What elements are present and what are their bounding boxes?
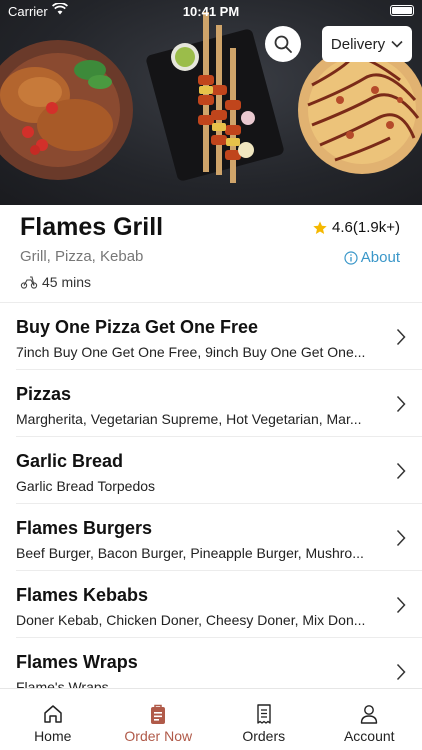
category-title: Flames Burgers (16, 518, 153, 538)
search-icon (274, 35, 292, 53)
category-title: Flames Wraps (16, 652, 138, 672)
category-title: Flames Kebabs (16, 585, 149, 605)
hero-banner: Carrier 10:41 PM Delivery (0, 0, 422, 205)
person-icon (361, 705, 378, 724)
category-description: Margherita, Vegetarian Supreme, Hot Vege… (16, 411, 362, 427)
menu-category-row[interactable]: Flames Wraps Flame's Wraps (16, 638, 422, 688)
scooter-icon (20, 276, 38, 289)
menu-category-list: Buy One Pizza Get One Free 7inch Buy One… (0, 303, 422, 688)
menu-category-row[interactable]: Garlic Bread Garlic Bread Torpedos (16, 437, 422, 504)
tab-orders[interactable]: Orders (211, 689, 317, 750)
chevron-right-icon (396, 395, 406, 413)
tab-label: Orders (242, 728, 286, 744)
restaurant-name: Flames Grill (20, 213, 164, 241)
chevron-right-icon (396, 328, 406, 346)
tab-home[interactable]: Home (0, 689, 106, 750)
category-title: Buy One Pizza Get One Free (16, 317, 259, 337)
chevron-right-icon (396, 529, 406, 547)
chevron-right-icon (396, 596, 406, 614)
star-icon (313, 220, 327, 234)
menu-category-row[interactable]: Flames Kebabs Doner Kebab, Chicken Doner… (16, 571, 422, 638)
delivery-mode-dropdown[interactable]: Delivery (322, 26, 412, 62)
delivery-mode-label: Delivery (330, 35, 386, 53)
delivery-time: 45 mins (20, 274, 91, 290)
bottom-tab-bar: Home Order Now Orders Account (0, 688, 422, 750)
restaurant-rating: 4.6(1.9k+) (312, 219, 400, 236)
tab-label: Order Now (124, 728, 193, 744)
receipt-icon (257, 704, 271, 724)
home-icon (44, 705, 62, 723)
delivery-time-value: 45 mins (42, 274, 92, 290)
about-link[interactable]: About (344, 249, 400, 266)
category-description: Beef Burger, Bacon Burger, Pineapple Bur… (16, 545, 364, 561)
tab-label: Home (34, 728, 72, 744)
menu-category-row[interactable]: Flames Burgers Beef Burger, Bacon Burger… (16, 504, 422, 571)
chevron-down-icon (391, 40, 403, 48)
info-icon (344, 250, 358, 265)
battery-icon (390, 5, 414, 16)
search-button[interactable] (265, 26, 301, 62)
tab-order-now[interactable]: Order Now (106, 689, 212, 750)
category-description: Flame's Wraps (16, 679, 109, 688)
tab-label: Account (343, 728, 395, 744)
about-label: About (360, 249, 400, 266)
menu-category-row[interactable]: Buy One Pizza Get One Free 7inch Buy One… (16, 303, 422, 370)
category-description: Garlic Bread Torpedos (16, 478, 156, 494)
category-title: Pizzas (16, 384, 72, 404)
chevron-right-icon (396, 462, 406, 480)
category-description: Doner Kebab, Chicken Doner, Cheesy Doner… (16, 612, 366, 628)
chevron-right-icon (396, 663, 406, 681)
category-description: 7inch Buy One Get One Free, 9inch Buy On… (16, 344, 366, 360)
restaurant-cuisines: Grill, Pizza, Kebab (20, 248, 144, 265)
status-time: 10:41 PM (182, 4, 240, 19)
status-bar: Carrier 10:41 PM (0, 0, 422, 22)
menu-category-row[interactable]: Pizzas Margherita, Vegetarian Supreme, H… (16, 370, 422, 437)
restaurant-info: Flames Grill 4.6(1.9k+) Grill, Pizza, Ke… (0, 205, 422, 303)
category-title: Garlic Bread (16, 451, 124, 471)
order-bag-icon (151, 704, 166, 724)
tab-account[interactable]: Account (317, 689, 422, 750)
rating-value: 4.6(1.9k+) (332, 219, 400, 236)
